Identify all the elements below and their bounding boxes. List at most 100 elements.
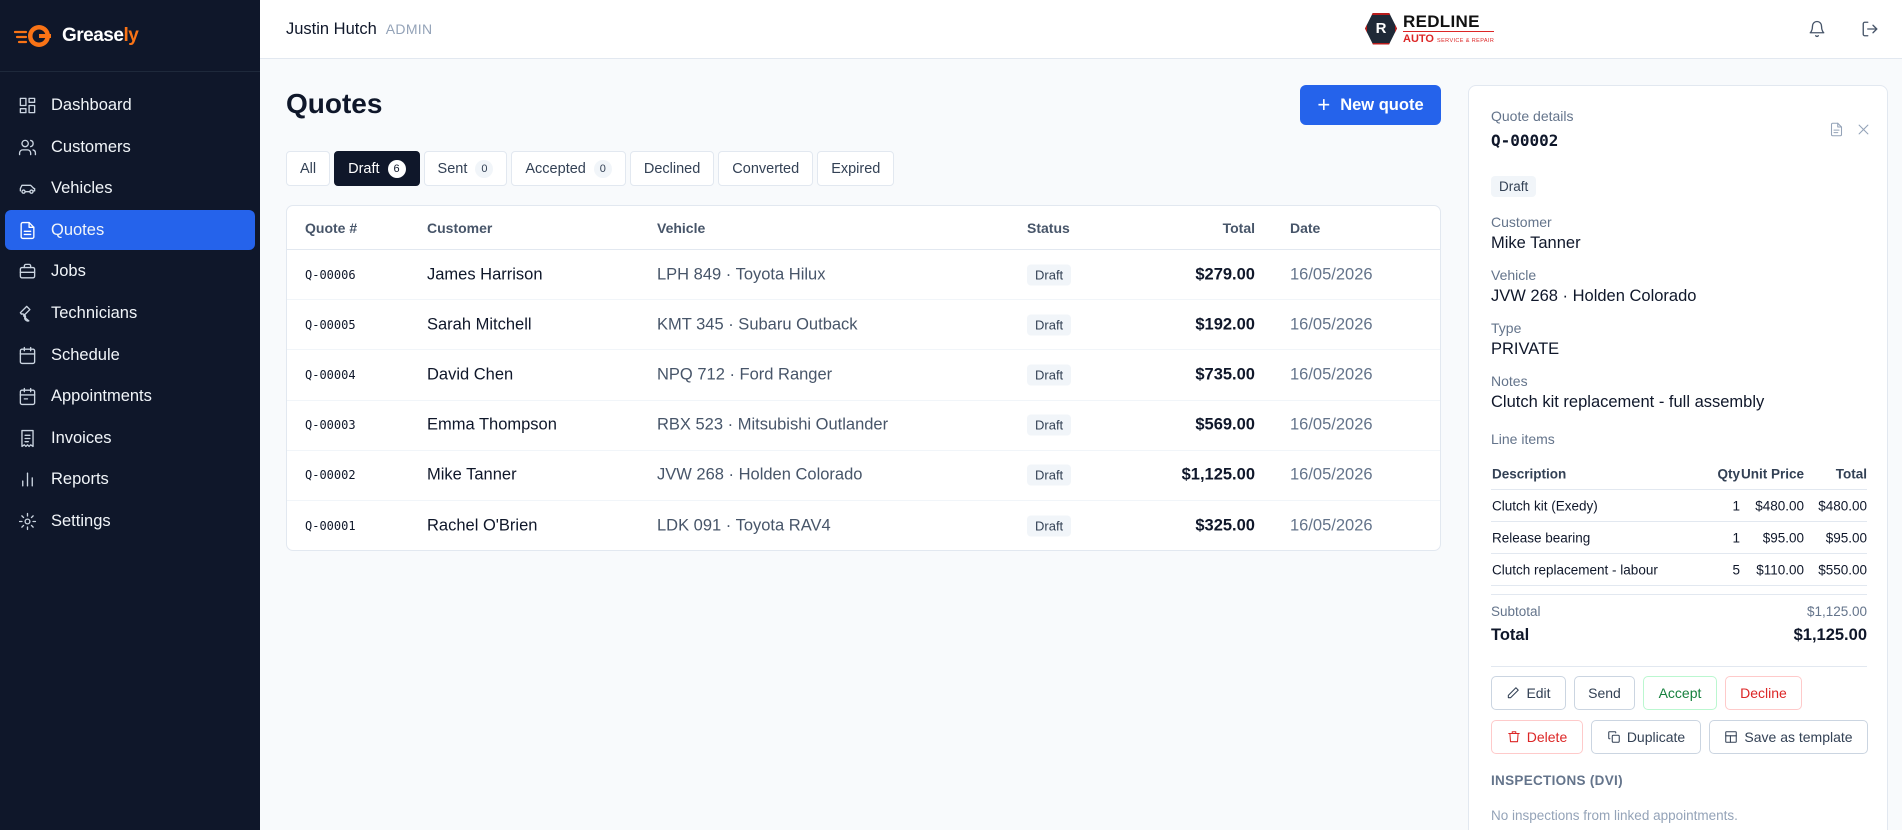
sidebar-item-jobs[interactable]: Jobs bbox=[5, 252, 255, 292]
customer-name: Rachel O'Brien bbox=[427, 516, 538, 535]
vehicle: LDK 091 · Toyota RAV4 bbox=[657, 516, 831, 535]
li-description: Release bearing bbox=[1492, 530, 1591, 545]
receipt-icon bbox=[21, 429, 34, 447]
sidebar-item-dashboard[interactable]: Dashboard bbox=[5, 86, 255, 126]
delete-button[interactable]: Delete bbox=[1491, 720, 1583, 754]
table-header: Quote # Customer Vehicle Status Total Da… bbox=[287, 206, 1440, 250]
sidebar-item-schedule[interactable]: Schedule bbox=[5, 335, 255, 375]
li-total: $480.00 bbox=[1818, 498, 1867, 513]
sidebar-item-invoices[interactable]: Invoices bbox=[5, 418, 255, 458]
table-row[interactable]: Q-00002 Mike Tanner JVW 268 · Holden Col… bbox=[287, 451, 1440, 501]
customer-name: David Chen bbox=[427, 365, 514, 384]
table-row[interactable]: Q-00005 Sarah Mitchell KMT 345 · Subaru … bbox=[287, 300, 1440, 351]
quote-date: 16/05/2026 bbox=[1290, 465, 1373, 484]
column-vehicle[interactable]: Vehicle bbox=[657, 220, 705, 236]
sidebar: Greasely Dashboard Customers Vehicles Qu… bbox=[0, 0, 260, 830]
table-row[interactable]: Q-00001 Rachel O'Brien LDK 091 · Toyota … bbox=[287, 501, 1440, 550]
tab-expired[interactable]: Expired bbox=[817, 151, 895, 186]
quote-date: 16/05/2026 bbox=[1290, 516, 1373, 535]
sidebar-item-settings[interactable]: Settings bbox=[5, 502, 255, 542]
quote-total: $325.00 bbox=[1195, 516, 1255, 535]
type-value: PRIVATE bbox=[1491, 340, 1560, 358]
tab-sent[interactable]: Sent 0 bbox=[423, 151, 508, 186]
tab-declined[interactable]: Declined bbox=[629, 151, 715, 186]
tab-label: Converted bbox=[732, 160, 800, 177]
sidebar-item-label: Settings bbox=[51, 512, 111, 531]
column-customer[interactable]: Customer bbox=[427, 220, 492, 236]
bell-icon bbox=[1809, 20, 1825, 38]
vehicle: LPH 849 · Toyota Hilux bbox=[657, 265, 826, 284]
tab-converted[interactable]: Converted bbox=[718, 151, 814, 186]
car-icon bbox=[19, 184, 36, 195]
sidebar-item-label: Customers bbox=[51, 137, 131, 156]
plus-icon: + bbox=[1317, 92, 1331, 117]
quote-total: $192.00 bbox=[1195, 315, 1255, 334]
logout-button[interactable] bbox=[1858, 17, 1882, 41]
pdf-icon[interactable] bbox=[1829, 122, 1844, 137]
column-total[interactable]: Total bbox=[1223, 220, 1255, 236]
table-row[interactable]: Q-00004 David Chen NPQ 712 · Ford Ranger… bbox=[287, 350, 1440, 401]
tab-all[interactable]: All bbox=[286, 151, 331, 186]
column-quote[interactable]: Quote # bbox=[305, 220, 357, 236]
app-logo[interactable]: Greasely bbox=[0, 0, 260, 72]
quotes-table: Quote # Customer Vehicle Status Total Da… bbox=[286, 205, 1441, 551]
brand-auto: AUTO bbox=[1403, 32, 1434, 45]
close-icon[interactable] bbox=[1856, 122, 1871, 137]
quote-date: 16/05/2026 bbox=[1290, 315, 1373, 334]
table-row[interactable]: Q-00006 James Harrison LPH 849 · Toyota … bbox=[287, 250, 1440, 301]
tab-accepted[interactable]: Accepted 0 bbox=[511, 151, 626, 186]
quote-total: $735.00 bbox=[1195, 365, 1255, 384]
quote-number: Q-00005 bbox=[305, 317, 356, 332]
status-badge: Draft bbox=[1027, 515, 1072, 537]
edit-button[interactable]: Edit bbox=[1491, 676, 1566, 710]
duplicate-label: Duplicate bbox=[1626, 729, 1686, 745]
quote-date: 16/05/2026 bbox=[1290, 415, 1373, 434]
app-name-accent: ly bbox=[123, 24, 139, 46]
table-row[interactable]: Q-00003 Emma Thompson RBX 523 · Mitsubis… bbox=[287, 401, 1440, 451]
quote-total: $569.00 bbox=[1195, 415, 1255, 434]
tab-label: Accepted bbox=[525, 160, 586, 177]
new-quote-button[interactable]: + New quote bbox=[1300, 85, 1441, 125]
li-col-unit-price: Unit Price bbox=[1740, 466, 1804, 481]
send-button[interactable]: Send bbox=[1574, 676, 1635, 710]
decline-button[interactable]: Decline bbox=[1725, 676, 1802, 710]
decline-label: Decline bbox=[1740, 685, 1787, 701]
li-unit-price: $95.00 bbox=[1762, 530, 1804, 545]
quote-number: Q-00002 bbox=[305, 468, 356, 483]
status-tabs: All Draft 6 Sent 0 Accepted 0 Declined Conv… bbox=[286, 151, 898, 186]
vehicle: NPQ 712 · Ford Ranger bbox=[657, 365, 833, 384]
page-title: Quotes bbox=[286, 88, 383, 119]
duplicate-button[interactable]: Duplicate bbox=[1591, 720, 1701, 754]
sidebar-item-reports[interactable]: Reports bbox=[5, 460, 255, 500]
sidebar-item-quotes[interactable]: Quotes bbox=[5, 210, 255, 251]
notifications-button[interactable] bbox=[1805, 17, 1829, 41]
quote-number: Q-00006 bbox=[305, 267, 356, 282]
sidebar-item-technicians[interactable]: Technicians bbox=[5, 294, 255, 334]
tab-draft[interactable]: Draft 6 bbox=[334, 151, 420, 186]
quote-details-panel: Quote details Q-00002 Draft Customer Mik… bbox=[1468, 85, 1888, 830]
sidebar-item-vehicles[interactable]: Vehicles bbox=[5, 169, 255, 209]
workshop-logo: R REDLINE AUTO SERVICE & REPAIR bbox=[1365, 11, 1525, 46]
column-date[interactable]: Date bbox=[1290, 220, 1320, 236]
li-col-total: Total bbox=[1835, 466, 1867, 481]
total-label: Total bbox=[1491, 626, 1530, 644]
li-qty: 1 bbox=[1732, 530, 1740, 545]
sidebar-item-label: Jobs bbox=[51, 262, 86, 281]
sidebar-item-label: Dashboard bbox=[51, 96, 132, 115]
line-item-row: Release bearing 1 $95.00 $95.00 bbox=[1491, 522, 1867, 554]
accept-button[interactable]: Accept bbox=[1643, 676, 1717, 710]
edit-label: Edit bbox=[1526, 685, 1551, 701]
status-badge: Draft bbox=[1027, 264, 1072, 286]
li-description: Clutch kit (Exedy) bbox=[1492, 498, 1598, 513]
tab-label: Expired bbox=[831, 160, 881, 177]
user-role: ADMIN bbox=[385, 21, 433, 37]
sidebar-item-customers[interactable]: Customers bbox=[5, 127, 255, 167]
sidebar-item-appointments[interactable]: Appointments bbox=[5, 377, 255, 417]
calendar-icon bbox=[19, 346, 36, 364]
li-qty: 5 bbox=[1732, 562, 1740, 577]
briefcase-icon bbox=[19, 264, 36, 279]
save-template-button[interactable]: Save as template bbox=[1709, 720, 1868, 754]
column-status[interactable]: Status bbox=[1027, 220, 1070, 236]
tab-label: Sent bbox=[437, 160, 468, 177]
li-description: Clutch replacement - labour bbox=[1492, 562, 1658, 577]
